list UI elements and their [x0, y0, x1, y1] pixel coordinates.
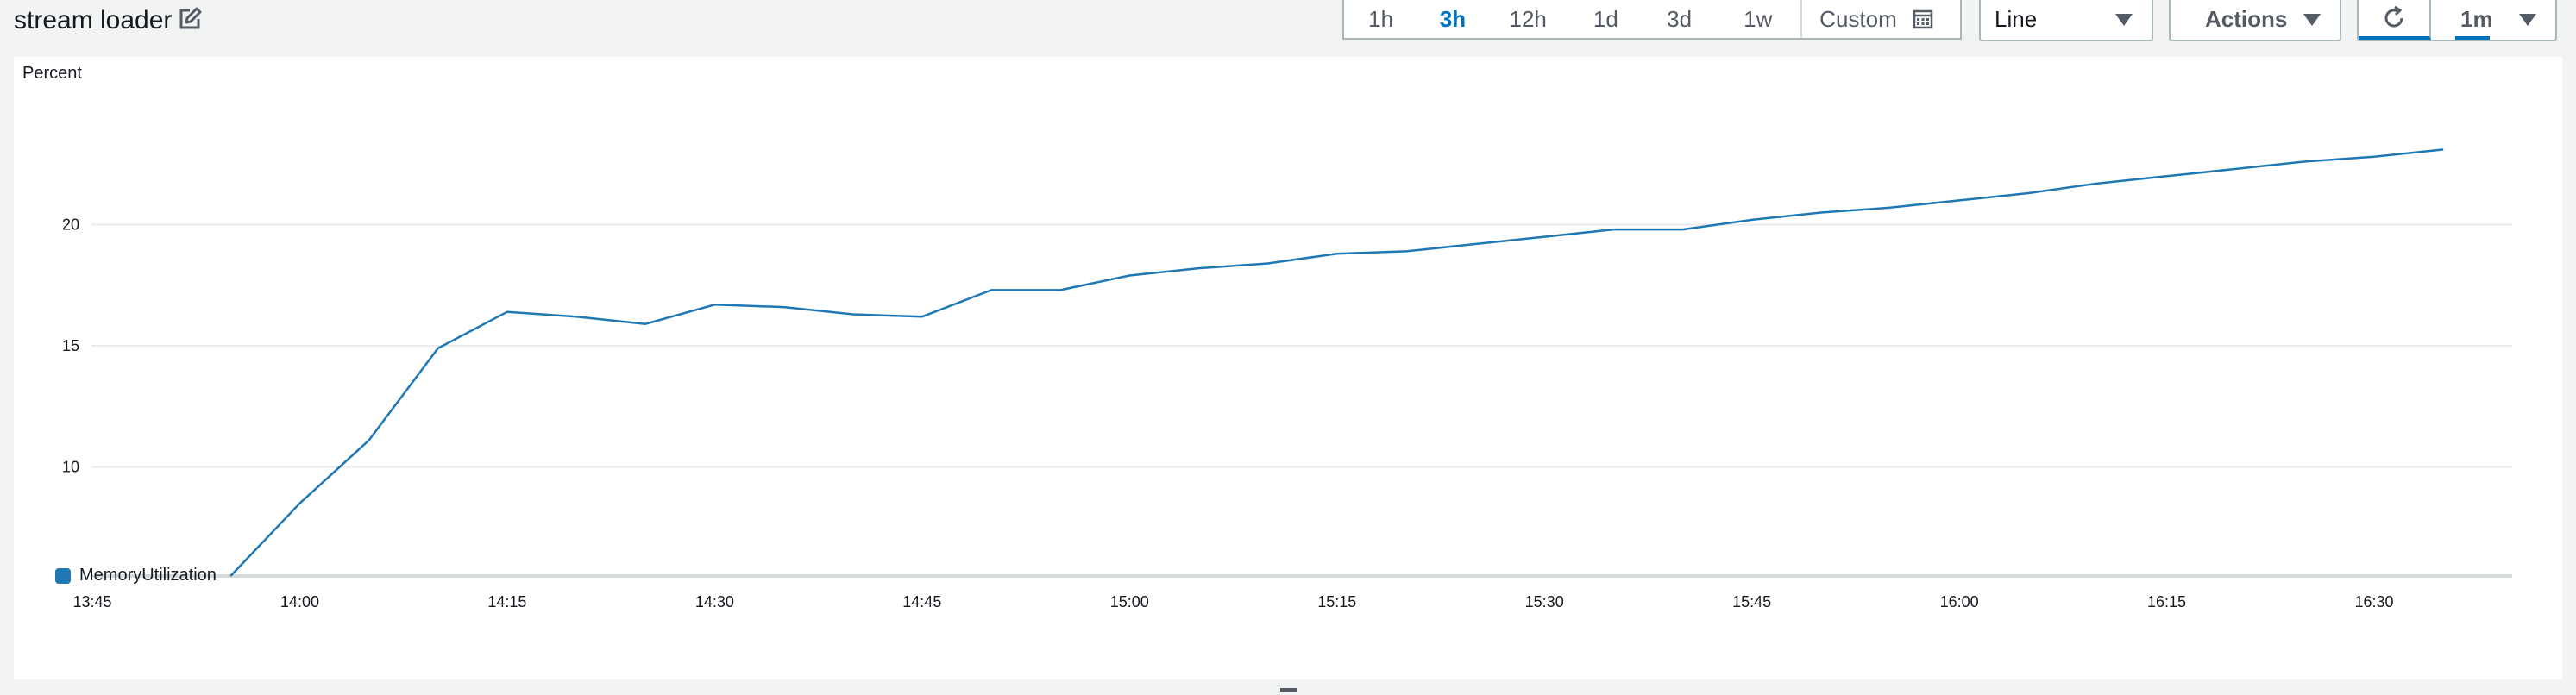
x-tick-label: 14:00 — [280, 593, 319, 610]
line-chart[interactable]: 10 15 20 13:45 14:00 14:15 14:30 14:45 15:00 15:1… — [0, 0, 2576, 695]
legend-swatch — [55, 567, 71, 584]
series-line — [229, 148, 2444, 577]
x-tick-label: 15:30 — [1525, 593, 1564, 610]
x-tick-label: 16:00 — [1940, 593, 1979, 610]
x-tick-label: 15:00 — [1110, 593, 1149, 610]
x-tick-label: 14:30 — [695, 593, 734, 610]
x-tick-label: 14:15 — [487, 593, 526, 610]
legend-label: MemoryUtilization — [79, 566, 217, 585]
x-tick-label: 14:45 — [902, 593, 941, 610]
y-tick-label: 20 — [62, 216, 79, 234]
chart-legend[interactable]: MemoryUtilization — [55, 566, 217, 585]
x-tick-label: 16:30 — [2354, 593, 2393, 610]
resize-handle[interactable] — [1280, 688, 1297, 692]
y-tick-label: 10 — [62, 459, 79, 476]
x-tick-label: 16:15 — [2147, 593, 2186, 610]
x-tick-label: 15:45 — [1732, 593, 1771, 610]
y-tick-label: 15 — [62, 337, 79, 354]
x-tick-label: 13:45 — [72, 593, 111, 610]
x-tick-label: 15:15 — [1317, 593, 1356, 610]
